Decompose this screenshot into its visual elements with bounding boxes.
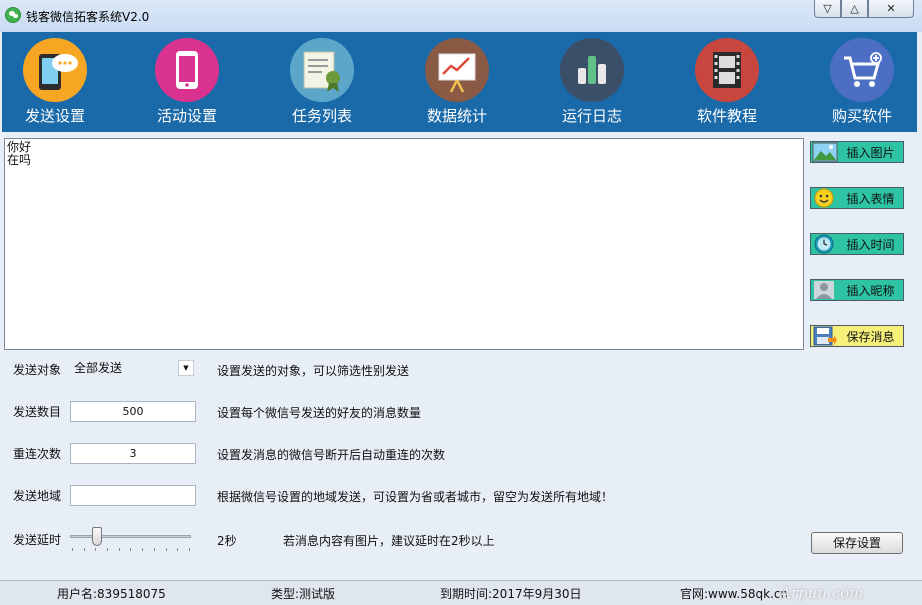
button-label: 保存消息 bbox=[846, 329, 895, 344]
status-bar: 用户名:839518075 类型:测试版 到期时间:2017年9月30日 官网:… bbox=[0, 580, 922, 605]
status-website[interactable]: 官网:www.58qk.cn bbox=[680, 585, 788, 602]
insert-time-button[interactable]: 插入时间 bbox=[810, 233, 904, 255]
shopping-cart-icon bbox=[830, 38, 894, 102]
count-label: 发送数目 bbox=[13, 405, 62, 419]
delay-description: 若消息内容有图片，建议延时在2秒以上 bbox=[283, 534, 495, 548]
save-message-button[interactable]: 保存消息 bbox=[810, 325, 904, 347]
main-toolbar: 发送设置 活动设置 任务列表 数据统计 运行日志 软件教程 购买软件 bbox=[2, 32, 917, 132]
toolbar-task-list[interactable]: 任务列表 bbox=[267, 38, 377, 128]
minimize-button[interactable]: ▽ bbox=[814, 0, 841, 18]
target-label: 发送对象 bbox=[13, 363, 62, 377]
insert-image-button[interactable]: 插入图片 bbox=[810, 141, 904, 163]
toolbar-run-log[interactable]: 运行日志 bbox=[537, 38, 647, 128]
toolbar-send-settings[interactable]: 发送设置 bbox=[0, 38, 110, 128]
button-label: 插入时间 bbox=[846, 237, 895, 252]
region-description: 根据微信号设置的地域发送，可设置为省或者城市，留空为发送所有地域！ bbox=[217, 490, 614, 504]
region-input[interactable] bbox=[70, 485, 196, 506]
film-icon bbox=[695, 38, 759, 102]
button-label: 插入表情 bbox=[846, 191, 895, 206]
save-settings-button[interactable]: 保存设置 bbox=[811, 532, 903, 554]
toolbar-label: 发送设置 bbox=[24, 107, 85, 125]
delay-slider-thumb[interactable] bbox=[92, 527, 102, 546]
user-icon bbox=[812, 280, 838, 300]
target-description: 设置发送的对象，可以筛选性别发送 bbox=[217, 364, 410, 378]
window-controls: ▽ △ ✕ bbox=[814, 0, 914, 18]
clock-icon bbox=[812, 234, 838, 254]
smiley-icon bbox=[812, 188, 838, 208]
delay-slider-ticks bbox=[72, 548, 190, 551]
picture-icon bbox=[812, 142, 838, 162]
target-select[interactable]: 全部发送 ▼ bbox=[70, 358, 196, 379]
certificate-icon bbox=[290, 38, 354, 102]
status-type: 类型:测试版 bbox=[271, 587, 336, 601]
retry-description: 设置发消息的微信号断开后自动重连的次数 bbox=[217, 448, 446, 462]
chart-board-icon bbox=[425, 38, 489, 102]
toolbar-label: 软件教程 bbox=[696, 107, 757, 125]
toolbar-buy-software[interactable]: 购买软件 bbox=[807, 38, 917, 128]
bar-chart-icon bbox=[560, 38, 624, 102]
toolbar-label: 任务列表 bbox=[291, 107, 352, 125]
chevron-down-icon[interactable]: ▼ bbox=[178, 360, 194, 376]
delay-label: 发送延时 bbox=[13, 533, 62, 547]
phone-chat-icon bbox=[23, 38, 87, 102]
count-description: 设置每个微信号发送的好友的消息数量 bbox=[217, 406, 422, 420]
maximize-button[interactable]: △ bbox=[841, 0, 868, 18]
toolbar-data-stats[interactable]: 数据统计 bbox=[402, 38, 512, 128]
status-expiry: 到期时间:2017年9月30日 bbox=[440, 587, 582, 601]
region-label: 发送地域 bbox=[13, 489, 62, 503]
delay-value: 2秒 bbox=[217, 534, 237, 548]
button-label: 插入图片 bbox=[846, 145, 895, 160]
toolbar-tutorial[interactable]: 软件教程 bbox=[672, 38, 782, 128]
count-input[interactable]: 500 bbox=[70, 401, 196, 422]
retry-label: 重连次数 bbox=[13, 447, 62, 461]
save-icon bbox=[812, 326, 838, 346]
toolbar-label: 购买软件 bbox=[831, 107, 892, 125]
retry-input[interactable]: 3 bbox=[70, 443, 196, 464]
watermark: Arpun.com bbox=[780, 584, 864, 602]
wechat-app-icon bbox=[5, 7, 21, 23]
message-textarea[interactable]: 你好 在吗 bbox=[4, 138, 804, 350]
window-title: 钱客微信拓客系统V2.0 bbox=[26, 10, 150, 24]
toolbar-label: 活动设置 bbox=[156, 107, 217, 125]
toolbar-activity-settings[interactable]: 活动设置 bbox=[132, 38, 242, 128]
close-button[interactable]: ✕ bbox=[868, 0, 914, 18]
toolbar-label: 数据统计 bbox=[426, 107, 487, 125]
mobile-phone-icon bbox=[155, 38, 219, 102]
insert-nickname-button[interactable]: 插入昵称 bbox=[810, 279, 904, 301]
toolbar-label: 运行日志 bbox=[561, 107, 622, 125]
title-bar: 钱客微信拓客系统V2.0 ▽ △ ✕ bbox=[0, 0, 922, 32]
target-select-value: 全部发送 bbox=[74, 361, 123, 375]
insert-emoji-button[interactable]: 插入表情 bbox=[810, 187, 904, 209]
button-label: 插入昵称 bbox=[846, 283, 895, 298]
status-username: 用户名:839518075 bbox=[57, 587, 166, 601]
delay-slider-track[interactable] bbox=[70, 535, 191, 538]
